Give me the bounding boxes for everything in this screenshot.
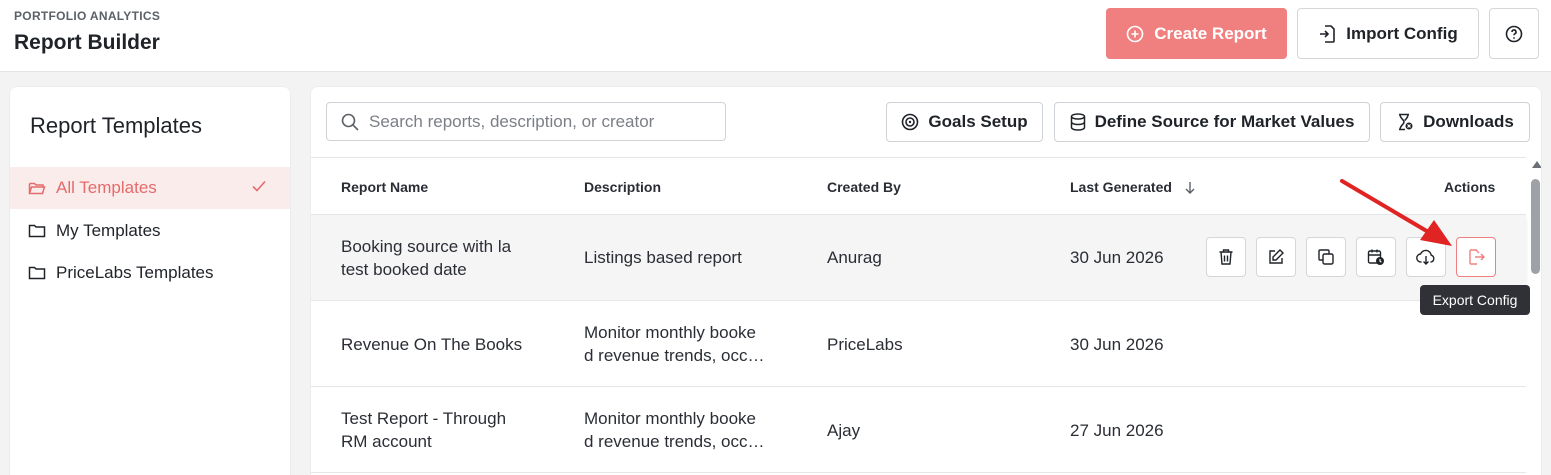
check-icon [252,180,266,192]
description-line: d revenue trends, occ… [584,432,765,451]
search-box[interactable] [326,102,726,141]
calendar-clock-icon [1367,249,1384,265]
cloud-download-icon [1416,249,1435,265]
column-header-description[interactable]: Description [584,179,661,195]
edit-button[interactable] [1256,237,1296,277]
export-config-tooltip: Export Config [1420,285,1530,315]
table-row[interactable]: Booking source with la test booked date … [311,215,1526,301]
sidebar-item-my-templates[interactable]: My Templates [10,210,290,252]
templates-sidebar: Report Templates All Templates My Templa… [9,86,291,475]
description-line: d revenue trends, occ… [584,346,765,365]
last-generated-cell: 30 Jun 2026 [1070,248,1164,267]
created-by-cell: PriceLabs [827,335,903,354]
search-icon [341,113,359,131]
sidebar-title: Report Templates [30,113,203,138]
define-source-label: Define Source for Market Values [1094,112,1355,131]
goals-setup-label: Goals Setup [928,112,1028,131]
folder-open-icon [28,182,46,195]
schedule-button[interactable] [1356,237,1396,277]
app-header: PORTFOLIO ANALYTICS Report Builder Creat… [0,0,1551,72]
report-name-line: Booking source with la [341,237,512,256]
folder-icon [28,224,46,238]
export-icon [1469,249,1485,265]
report-name-cell[interactable]: Revenue On The Books [341,333,541,356]
created-by-cell: Ajay [827,421,861,440]
edit-icon [1269,249,1284,264]
table-header: Report Name Description Created By Last … [311,157,1526,215]
download-button[interactable] [1406,237,1446,277]
create-report-button[interactable]: Create Report [1106,8,1287,59]
trash-icon [1219,249,1233,265]
sidebar-item-label: All Templates [56,178,157,197]
downloads-label: Downloads [1423,112,1514,131]
delete-button[interactable] [1206,237,1246,277]
scroll-up-arrow-icon[interactable] [1532,161,1541,168]
page-title: Report Builder [14,31,160,54]
goals-setup-button[interactable]: Goals Setup [886,102,1043,142]
description-line: Monitor monthly booke [584,323,756,342]
folder-icon [28,266,46,280]
report-name-cell[interactable]: Test Report - Through RM account [341,407,541,453]
export-config-button[interactable] [1456,237,1496,277]
define-source-button[interactable]: Define Source for Market Values [1054,102,1370,142]
duplicate-button[interactable] [1306,237,1346,277]
section-eyebrow: PORTFOLIO ANALYTICS [14,9,161,23]
plus-circle-icon [1126,25,1144,42]
description-line: Monitor monthly booke [584,409,756,428]
copy-icon [1318,249,1334,265]
create-report-label: Create Report [1154,23,1267,43]
target-icon [902,113,919,131]
downloads-button[interactable]: Downloads [1380,102,1530,142]
search-input[interactable] [369,111,709,132]
column-header-actions: Actions [1444,179,1496,195]
reports-panel: Goals Setup Define Source for Market Val… [310,86,1542,475]
sidebar-item-label: PriceLabs Templates [56,263,214,282]
column-header-report-name[interactable]: Report Name [341,179,428,195]
report-name-line: Test Report - Through [341,409,507,428]
help-icon [1505,25,1523,42]
hourglass-icon [1399,113,1413,131]
created-by-cell: Anurag [827,248,882,267]
report-name-line: RM account [341,432,432,451]
report-name-line: Revenue On The Books [341,335,523,354]
database-icon [1070,113,1085,131]
sort-down-icon[interactable] [1183,180,1197,196]
table-row[interactable]: Test Report - Through RM account Monitor… [311,387,1526,473]
last-generated-cell: 30 Jun 2026 [1070,335,1164,354]
description-cell: Listings based report [584,248,742,267]
import-config-label: Import Config [1346,23,1458,43]
sidebar-item-pricelabs-templates[interactable]: PriceLabs Templates [10,252,290,294]
table-scrollbar[interactable] [1529,159,1541,475]
import-config-button[interactable]: Import Config [1297,8,1479,59]
sidebar-item-all-templates[interactable]: All Templates [10,167,290,209]
last-generated-cell: 27 Jun 2026 [1070,421,1164,440]
description-cell: Monitor monthly booke d revenue trends, … [584,321,784,367]
sidebar-item-label: My Templates [56,221,161,240]
report-name-cell[interactable]: Booking source with la test booked date [341,235,541,281]
report-name-line: test booked date [341,260,467,279]
column-header-last-generated[interactable]: Last Generated [1070,179,1172,195]
description-cell: Monitor monthly booke d revenue trends, … [584,407,784,453]
import-icon [1320,24,1336,43]
column-header-created-by[interactable]: Created By [827,179,901,195]
scroll-thumb[interactable] [1531,179,1540,274]
help-button[interactable] [1489,8,1539,59]
table-row[interactable]: Revenue On The Books Monitor monthly boo… [311,301,1526,387]
